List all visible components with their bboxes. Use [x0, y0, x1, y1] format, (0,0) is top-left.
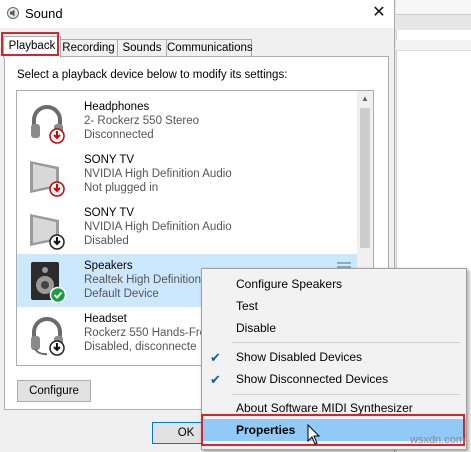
scroll-thumb[interactable]: [360, 108, 370, 248]
list-item[interactable]: Headphones 2- Rockerz 550 Stereo Disconn…: [17, 95, 357, 148]
monitor-icon: [30, 214, 65, 250]
menu-item-label: Test: [236, 299, 259, 313]
menu-item-show-disabled-devices[interactable]: ✔ Show Disabled Devices: [202, 346, 466, 368]
scroll-up-arrow-icon[interactable]: ▲: [361, 94, 369, 103]
device-name: Headphones: [84, 101, 150, 113]
background-toolbar: [396, 0, 471, 15]
device-name: Headset: [84, 313, 127, 325]
menu-item-configure-speakers[interactable]: Configure Speakers: [202, 273, 466, 295]
device-status: Not plugged in: [84, 182, 159, 194]
menu-item-disable[interactable]: Disable: [202, 317, 466, 339]
tab-communications[interactable]: Communications: [166, 39, 253, 57]
checkmark-icon: ✔: [210, 350, 221, 365]
menu-item-label: Configure Speakers: [236, 277, 343, 291]
device-name: Speakers: [84, 260, 133, 272]
title-bar: Sound ✕: [0, 0, 394, 28]
speaker-icon: [31, 262, 67, 303]
device-status: Default Device: [84, 288, 159, 300]
menu-item-label: Show Disconnected Devices: [236, 372, 389, 386]
menu-separator: [232, 342, 460, 343]
menu-item-test[interactable]: Test: [202, 295, 466, 317]
device-status: Disabled, disconnecte: [84, 341, 197, 353]
device-name: SONY TV: [84, 207, 135, 219]
monitor-icon: [30, 161, 65, 197]
headphones-icon: [31, 105, 65, 144]
list-item[interactable]: SONY TV NVIDIA High Definition Audio Dis…: [17, 201, 357, 254]
device-driver: Rockerz 550 Hands-Fre: [84, 327, 207, 339]
mouse-cursor-icon: [307, 424, 321, 445]
device-driver: Realtek High Definition: [84, 274, 201, 286]
menu-separator: [232, 394, 460, 395]
configure-button[interactable]: Configure: [17, 380, 91, 402]
device-name: SONY TV: [84, 154, 135, 166]
background-ruler: [396, 40, 471, 51]
instructions-text: Select a playback device below to modify…: [17, 69, 288, 81]
device-status: Disabled: [84, 235, 129, 247]
menu-item-label: Show Disabled Devices: [236, 350, 363, 364]
tab-recording[interactable]: Recording: [59, 39, 118, 57]
list-item[interactable]: SONY TV NVIDIA High Definition Audio Not…: [17, 148, 357, 201]
sound-app-icon: [7, 7, 19, 19]
window-title: Sound: [25, 6, 63, 21]
menu-item-show-disconnected-devices[interactable]: ✔ Show Disconnected Devices: [202, 368, 466, 390]
device-driver: NVIDIA High Definition Audio: [84, 168, 232, 180]
device-driver: NVIDIA High Definition Audio: [84, 221, 232, 233]
device-status: Disconnected: [84, 129, 154, 141]
playback-tab-highlight: [1, 32, 59, 56]
device-driver: 2- Rockerz 550 Stereo: [84, 115, 200, 127]
menu-item-label: About Software MIDI Synthesizer: [236, 401, 413, 415]
watermark-text: wsxdn.com: [410, 434, 466, 446]
close-button[interactable]: ✕: [370, 4, 388, 22]
menu-item-label: Disable: [236, 321, 277, 335]
tab-sounds[interactable]: Sounds: [117, 39, 167, 57]
checkmark-icon: ✔: [210, 372, 221, 387]
headset-icon: [31, 317, 65, 356]
